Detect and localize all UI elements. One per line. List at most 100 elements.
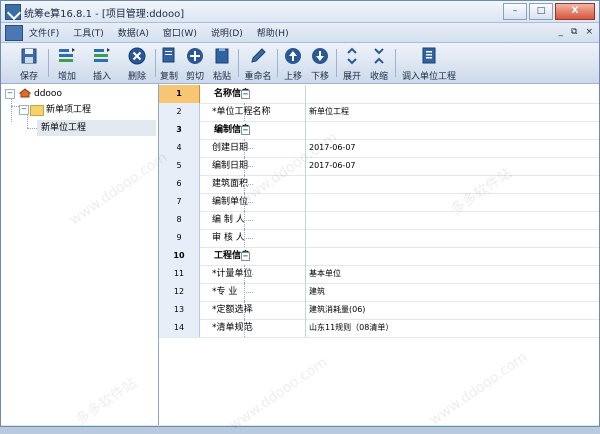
tree-collapse-toggle[interactable]: − xyxy=(19,105,29,115)
property-name-cell: − 编制信息 xyxy=(200,121,306,139)
copy-button[interactable]: 复制 xyxy=(157,45,181,82)
grid-row[interactable]: 9 审 核 人 xyxy=(159,229,599,248)
property-value-cell[interactable] xyxy=(307,211,599,229)
group-collapse-toggle[interactable]: − xyxy=(241,126,250,135)
property-name: 审 核 人 xyxy=(212,233,245,243)
menu-file[interactable]: 文件(F) xyxy=(29,26,59,39)
property-name: 编制单位 xyxy=(212,197,249,207)
grid-row[interactable]: 12 *专 业 建筑 xyxy=(159,283,599,302)
collapse-button[interactable]: 收缩 xyxy=(366,45,392,82)
folder-icon xyxy=(30,105,44,116)
menu-description[interactable]: 说明(D) xyxy=(211,26,243,39)
menu-window[interactable]: 窗口(W) xyxy=(163,26,197,39)
menu-data[interactable]: 数据(A) xyxy=(118,26,149,39)
close-button[interactable]: X xyxy=(555,3,595,20)
tree-root[interactable]: − ddooo xyxy=(3,86,153,102)
grid-row[interactable]: 5 编制日期 2017-06-07 xyxy=(159,157,599,176)
grid-group-row[interactable]: 1− 名称信息 xyxy=(159,85,599,104)
tree-collapse-toggle[interactable]: − xyxy=(5,89,15,99)
minimize-button[interactable]: – xyxy=(503,3,527,20)
toolbar-separator xyxy=(336,49,337,77)
add-button[interactable]: 增加 xyxy=(51,45,83,82)
app-window: 统筹e算16.8.1 - [项目管理:ddooo] – □ X 文件(F) 工具… xyxy=(0,0,600,434)
add-rows-icon xyxy=(59,48,75,62)
tree-line xyxy=(244,148,253,149)
tree-item-label: 新单项工程 xyxy=(46,105,92,115)
tree-line xyxy=(244,292,253,293)
group-collapse-toggle[interactable]: − xyxy=(241,252,250,261)
grid-row[interactable]: 6 建筑面积 xyxy=(159,175,599,194)
property-value-cell[interactable]: 2017-06-07 xyxy=(307,157,599,175)
grid-row[interactable]: 13 *定额选择 建筑消耗量(06) xyxy=(159,301,599,320)
tree-item-single-project[interactable]: − 新单项工程 xyxy=(3,102,153,118)
property-value-cell[interactable]: 基本单位 xyxy=(307,265,599,283)
row-number[interactable]: 10 xyxy=(159,247,200,265)
grid-row[interactable]: 14 *清单规范 山东11规则（08清单） xyxy=(159,319,599,338)
window-title: 统筹e算16.8.1 - [项目管理:ddooo] xyxy=(24,9,185,20)
row-number[interactable]: 3 xyxy=(159,121,200,139)
maximize-button[interactable]: □ xyxy=(529,3,553,20)
property-value-cell xyxy=(307,121,599,139)
move-up-button[interactable]: 上移 xyxy=(280,45,306,82)
row-number[interactable]: 13 xyxy=(159,301,200,319)
copy-icon xyxy=(162,47,175,63)
grid-row[interactable]: 11 *计量单位 基本单位 xyxy=(159,265,599,284)
property-name-cell: *专 业 xyxy=(200,283,306,301)
expand-button[interactable]: 展开 xyxy=(339,45,365,82)
property-value-cell[interactable]: 2017-06-07 xyxy=(307,139,599,157)
row-number[interactable]: 9 xyxy=(159,229,200,247)
cut-button[interactable]: 剪切 xyxy=(182,45,208,82)
save-icon xyxy=(21,48,37,64)
grid-row[interactable]: 2 *单位工程名称 新单位工程 xyxy=(159,103,599,122)
property-value-cell[interactable]: 新单位工程 xyxy=(307,103,599,121)
tree-line xyxy=(244,166,253,167)
import-unit-project-button[interactable]: 调入单位工程 xyxy=(398,45,460,82)
grid-row[interactable]: 8 编 制 人 xyxy=(159,211,599,230)
menu-help[interactable]: 帮助(H) xyxy=(257,26,289,39)
row-number[interactable]: 12 xyxy=(159,283,200,301)
row-number[interactable]: 7 xyxy=(159,193,200,211)
grid-row[interactable]: 7 编制单位 xyxy=(159,193,599,212)
row-number[interactable]: 5 xyxy=(159,157,200,175)
property-name: 编 制 人 xyxy=(212,215,245,225)
menu-bar: 文件(F) 工具(T) 数据(A) 窗口(W) 说明(D) 帮助(H) _ ⧉ … xyxy=(1,23,599,43)
property-value-cell[interactable]: 建筑 xyxy=(307,283,599,301)
property-value-cell[interactable] xyxy=(307,175,599,193)
property-name-cell: *计量单位 xyxy=(200,265,306,283)
row-number[interactable]: 8 xyxy=(159,211,200,229)
delete-button[interactable]: 删除 xyxy=(121,45,153,82)
mdi-restore-button[interactable]: ⧉ xyxy=(571,27,577,37)
mdi-close-button[interactable]: × xyxy=(585,27,593,37)
property-value-cell[interactable] xyxy=(307,193,599,211)
group-collapse-toggle[interactable]: − xyxy=(241,90,250,99)
property-name-cell: *单位工程名称 xyxy=(200,103,306,121)
row-number[interactable]: 14 xyxy=(159,319,200,337)
row-number[interactable]: 1 xyxy=(159,85,200,103)
property-value-cell[interactable]: 山东11规则（08清单） xyxy=(307,319,599,337)
row-number[interactable]: 4 xyxy=(159,139,200,157)
row-number[interactable]: 6 xyxy=(159,175,200,193)
property-value-cell[interactable] xyxy=(307,229,599,247)
row-number[interactable]: 11 xyxy=(159,265,200,283)
save-button[interactable]: 保存 xyxy=(13,45,45,82)
toolbar-separator xyxy=(395,49,396,77)
grid-group-row[interactable]: 10− 工程信息 xyxy=(159,247,599,266)
cut-icon xyxy=(187,48,203,64)
paste-button[interactable]: 粘贴 xyxy=(209,45,235,82)
insert-button[interactable]: 插入 xyxy=(85,45,119,82)
move-down-button[interactable]: 下移 xyxy=(307,45,333,82)
property-name-cell: 编制单位 xyxy=(200,193,306,211)
property-name: *专 业 xyxy=(212,287,238,297)
rename-button[interactable]: 重命名 xyxy=(241,45,275,82)
property-name: 创建日期 xyxy=(212,143,249,153)
mdi-minimize-button[interactable]: _ xyxy=(559,27,564,37)
tree-item-unit-project[interactable]: 新单位工程 xyxy=(37,120,156,136)
grid-group-row[interactable]: 3− 编制信息 xyxy=(159,121,599,140)
grid-row[interactable]: 4 创建日期 2017-06-07 xyxy=(159,139,599,158)
row-number[interactable]: 2 xyxy=(159,103,200,121)
move-down-icon xyxy=(312,48,328,64)
collapse-icon xyxy=(374,48,384,64)
menu-tools[interactable]: 工具(T) xyxy=(73,26,104,39)
property-value-cell[interactable]: 建筑消耗量(06) xyxy=(307,301,599,319)
property-value-cell xyxy=(307,85,599,103)
